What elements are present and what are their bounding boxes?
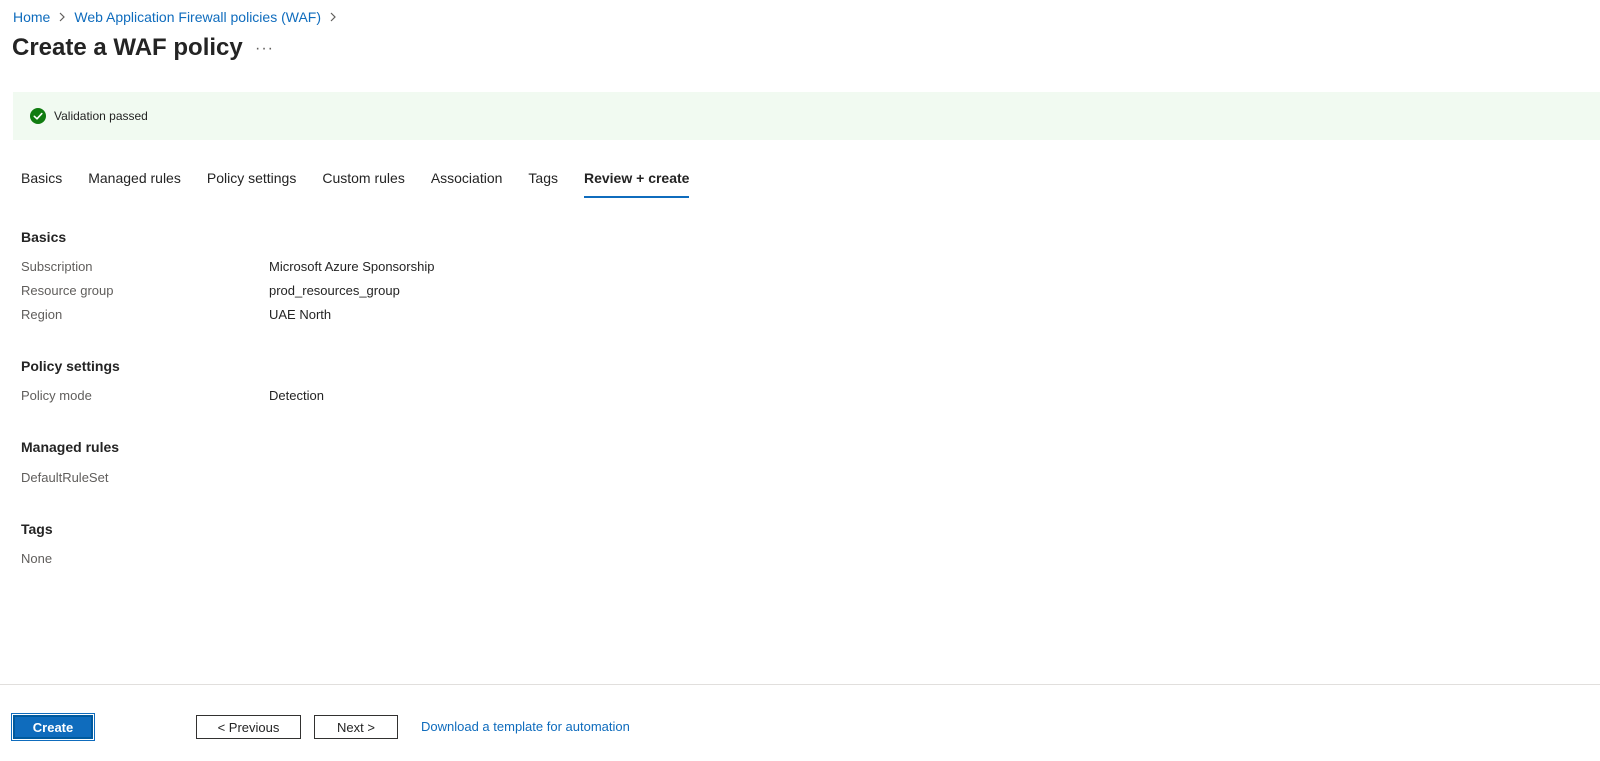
validation-message: Validation passed <box>54 109 148 123</box>
checkmark-circle-icon <box>30 108 46 124</box>
tab-review-create[interactable]: Review + create <box>583 170 690 198</box>
managed-rule-set-item: DefaultRuleSet <box>21 470 109 485</box>
create-button[interactable]: Create <box>11 713 95 741</box>
chevron-right-icon <box>58 12 66 22</box>
page-title: Create a WAF policy <box>12 34 243 61</box>
resource-group-label: Resource group <box>21 283 114 298</box>
tab-association[interactable]: Association <box>431 170 503 194</box>
chevron-right-icon <box>329 12 337 22</box>
section-basics-title: Basics <box>21 229 67 245</box>
section-tags-title: Tags <box>21 521 53 537</box>
tab-basics[interactable]: Basics <box>21 170 62 194</box>
breadcrumb: Home Web Application Firewall policies (… <box>13 9 345 25</box>
breadcrumb-waf-link[interactable]: Web Application Firewall policies (WAF) <box>74 9 321 25</box>
policy-mode-value: Detection <box>269 388 324 403</box>
wizard-tabs: Basics Managed rules Policy settings Cus… <box>21 170 715 198</box>
policy-mode-label: Policy mode <box>21 388 92 403</box>
more-options-button[interactable]: ··· <box>255 40 274 58</box>
section-managed-rules-title: Managed rules <box>21 439 120 455</box>
subscription-label: Subscription <box>21 259 93 274</box>
tab-policy-settings[interactable]: Policy settings <box>207 170 296 194</box>
subscription-value: Microsoft Azure Sponsorship <box>269 259 435 274</box>
tab-tags[interactable]: Tags <box>528 170 558 194</box>
tags-value: None <box>21 551 53 566</box>
next-button[interactable]: Next > <box>314 715 398 739</box>
section-policy-settings-title: Policy settings <box>21 358 120 374</box>
resource-group-value: prod_resources_group <box>269 283 400 298</box>
region-value: UAE North <box>269 307 332 322</box>
download-template-link[interactable]: Download a template for automation <box>421 719 630 734</box>
previous-button[interactable]: < Previous <box>196 715 301 739</box>
validation-banner: Validation passed <box>13 92 1600 140</box>
region-label: Region <box>21 307 63 322</box>
tab-custom-rules[interactable]: Custom rules <box>322 170 404 194</box>
breadcrumb-home-link[interactable]: Home <box>13 9 50 25</box>
footer-divider <box>0 684 1600 685</box>
tab-managed-rules[interactable]: Managed rules <box>88 170 181 194</box>
